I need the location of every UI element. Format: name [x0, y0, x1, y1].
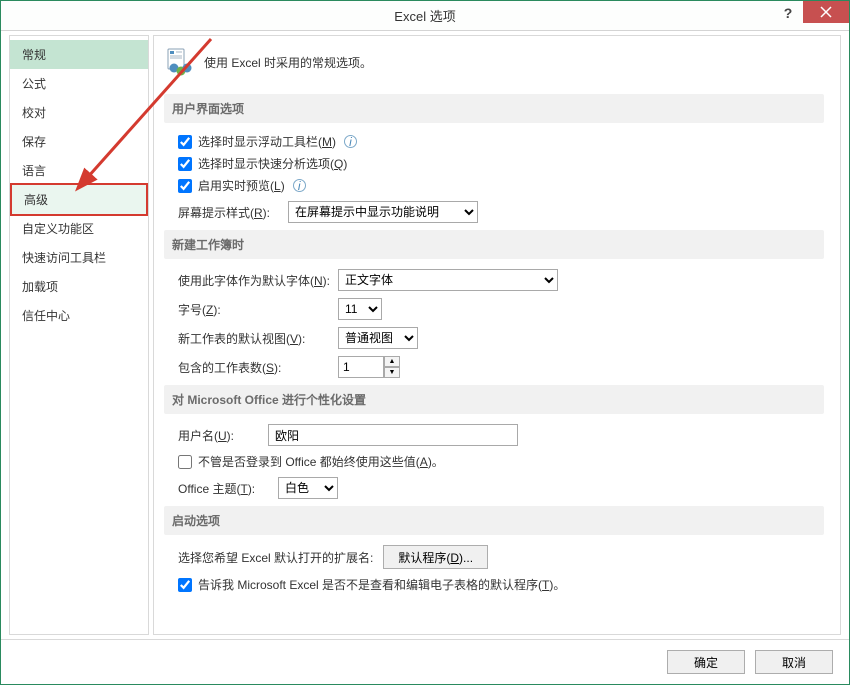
defaultview-label: 新工作表的默认视图(V): [178, 330, 338, 347]
row-sheets: 包含的工作表数(S): ▲ ▼ [178, 356, 824, 378]
fontsize-label: 字号(Z): [178, 301, 338, 318]
row-default-ext: 选择您希望 Excel 默认打开的扩展名: 默认程序(D)... [178, 545, 824, 569]
row-tell-default: 告诉我 Microsoft Excel 是否不是查看和编辑电子表格的默认程序(T… [178, 576, 824, 593]
chk-minitoolbar-label: 选择时显示浮动工具栏(M) [198, 133, 336, 150]
font-select[interactable]: 正文字体 [338, 269, 558, 291]
titlebar: Excel 选项 ? [1, 1, 849, 31]
cancel-button[interactable]: 取消 [755, 650, 833, 674]
options-icon [166, 48, 194, 76]
chk-tell-default-label: 告诉我 Microsoft Excel 是否不是查看和编辑电子表格的默认程序(T… [198, 576, 565, 593]
fontsize-select[interactable]: 11 [338, 298, 382, 320]
sidebar-item-addins[interactable]: 加载项 [10, 272, 148, 301]
username-input[interactable] [268, 424, 518, 446]
window-title: Excel 选项 [1, 6, 849, 25]
row-defaultview: 新工作表的默认视图(V): 普通视图 [178, 327, 824, 349]
theme-label: Office 主题(T): [178, 480, 278, 497]
chk-tell-default[interactable] [178, 578, 192, 592]
sidebar-item-proofing[interactable]: 校对 [10, 98, 148, 127]
row-fontsize: 字号(Z): 11 [178, 298, 824, 320]
chk-minitoolbar[interactable] [178, 135, 192, 149]
close-icon [820, 6, 832, 18]
window: Excel 选项 ? 常规 公式 校对 保存 语言 高级 自定义功能区 快速访问… [0, 0, 850, 685]
row-quick: 选择时显示快速分析选项(Q) [178, 155, 824, 172]
sidebar-item-trust-center[interactable]: 信任中心 [10, 301, 148, 330]
row-always-use: 不管是否登录到 Office 都始终使用这些值(A)。 [178, 453, 824, 470]
defaultview-select[interactable]: 普通视图 [338, 327, 418, 349]
row-livepreview: 启用实时预览(L) i [178, 177, 824, 194]
row-minitoolbar: 选择时显示浮动工具栏(M) i [178, 133, 824, 150]
screentip-select[interactable]: 在屏幕提示中显示功能说明 [288, 201, 478, 223]
sidebar-item-advanced[interactable]: 高级 [10, 183, 148, 216]
sheets-up[interactable]: ▲ [384, 356, 400, 367]
info-icon[interactable]: i [293, 179, 306, 192]
default-ext-label: 选择您希望 Excel 默认打开的扩展名: [178, 549, 373, 566]
sidebar-item-quick-access[interactable]: 快速访问工具栏 [10, 243, 148, 272]
footer: 确定 取消 [1, 639, 849, 684]
intro: 使用 Excel 时采用的常规选项。 [164, 44, 824, 88]
ok-button[interactable]: 确定 [667, 650, 745, 674]
close-button[interactable] [803, 1, 849, 23]
intro-text: 使用 Excel 时采用的常规选项。 [204, 54, 372, 71]
sidebar-item-customize-ribbon[interactable]: 自定义功能区 [10, 214, 148, 243]
sidebar-item-general[interactable]: 常规 [10, 40, 148, 69]
section-newwb-head: 新建工作簿时 [164, 230, 824, 259]
font-label: 使用此字体作为默认字体(N): [178, 272, 338, 289]
titlebar-buttons: ? [773, 1, 849, 25]
sidebar-item-save[interactable]: 保存 [10, 127, 148, 156]
chk-live-preview[interactable] [178, 179, 192, 193]
chk-live-preview-label: 启用实时预览(L) [198, 177, 285, 194]
row-username: 用户名(U): [178, 424, 824, 446]
main-panel: 使用 Excel 时采用的常规选项。 用户界面选项 选择时显示浮动工具栏(M) … [153, 35, 841, 635]
sidebar-item-formulas[interactable]: 公式 [10, 69, 148, 98]
chk-quick-label: 选择时显示快速分析选项(Q) [198, 155, 347, 172]
section-ui-head: 用户界面选项 [164, 94, 824, 123]
chk-quick-analysis[interactable] [178, 157, 192, 171]
sidebar: 常规 公式 校对 保存 语言 高级 自定义功能区 快速访问工具栏 加载项 信任中… [9, 35, 149, 635]
screentip-label: 屏幕提示样式(R): [178, 204, 288, 221]
body: 常规 公式 校对 保存 语言 高级 自定义功能区 快速访问工具栏 加载项 信任中… [1, 31, 849, 639]
row-font: 使用此字体作为默认字体(N): 正文字体 [178, 269, 824, 291]
default-programs-button[interactable]: 默认程序(D)... [383, 545, 488, 569]
help-button[interactable]: ? [773, 1, 803, 25]
sheets-spinner: ▲ ▼ [338, 356, 400, 378]
info-icon[interactable]: i [344, 135, 357, 148]
sheets-label: 包含的工作表数(S): [178, 359, 338, 376]
theme-select[interactable]: 白色 [278, 477, 338, 499]
sheets-down[interactable]: ▼ [384, 367, 400, 378]
row-theme: Office 主题(T): 白色 [178, 477, 824, 499]
username-label: 用户名(U): [178, 427, 268, 444]
section-personal-head: 对 Microsoft Office 进行个性化设置 [164, 385, 824, 414]
section-startup-head: 启动选项 [164, 506, 824, 535]
sheets-input[interactable] [338, 356, 384, 378]
main-scroll[interactable]: 使用 Excel 时采用的常规选项。 用户界面选项 选择时显示浮动工具栏(M) … [164, 44, 830, 626]
sidebar-item-language[interactable]: 语言 [10, 156, 148, 185]
chk-always-use[interactable] [178, 455, 192, 469]
row-screentip: 屏幕提示样式(R): 在屏幕提示中显示功能说明 [178, 201, 824, 223]
chk-always-use-label: 不管是否登录到 Office 都始终使用这些值(A)。 [198, 453, 444, 470]
